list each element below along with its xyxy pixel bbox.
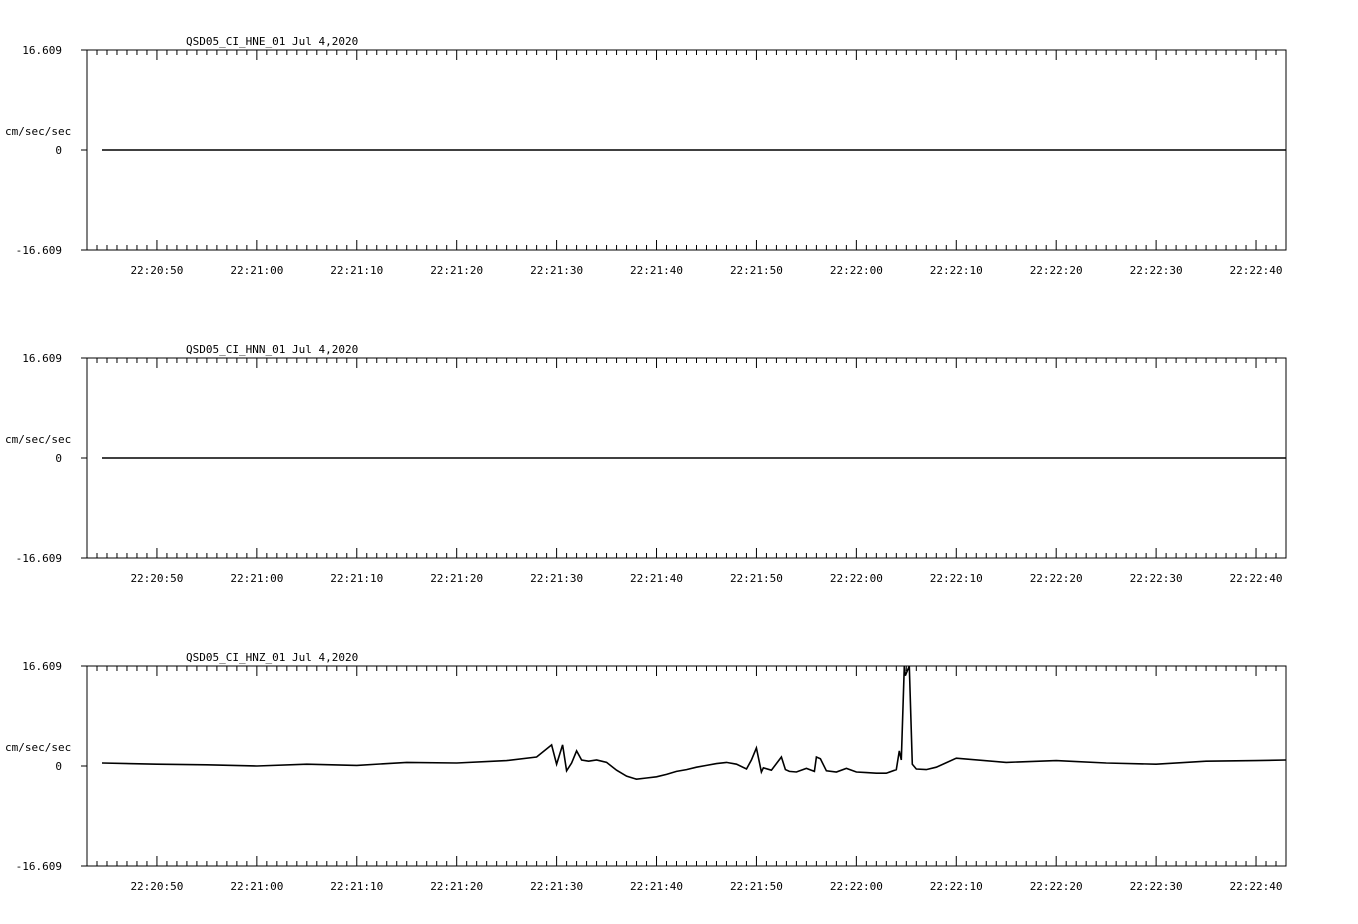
x-tick-label: 22:21:40 <box>630 880 683 893</box>
x-tick-label: 22:21:30 <box>530 264 583 277</box>
x-tick-labels: 22:20:50 22:21:00 22:21:10 22:21:20 22:2… <box>130 880 1282 893</box>
x-tick-label: 22:21:40 <box>630 572 683 585</box>
x-tick-label: 22:22:10 <box>930 572 983 585</box>
x-tick-label: 22:21:10 <box>330 572 383 585</box>
y-tick-label-top: 16.609 <box>22 660 62 673</box>
x-tick-label: 22:22:20 <box>1030 264 1083 277</box>
x-tick-label: 22:21:00 <box>230 880 283 893</box>
x-tick-label: 22:22:10 <box>930 264 983 277</box>
y-tick-label-top: 16.609 <box>22 44 62 57</box>
panel-title: QSD05_CI_HNZ_01 Jul 4,2020 <box>186 651 358 664</box>
y-tick-label-top: 16.609 <box>22 352 62 365</box>
y-tick-label-bottom: -16.609 <box>16 860 62 873</box>
x-tick-label: 22:22:40 <box>1230 264 1283 277</box>
panel-title: QSD05_CI_HNE_01 Jul 4,2020 <box>186 35 358 48</box>
x-tick-label: 22:22:00 <box>830 264 883 277</box>
panel-hne: QSD05_CI_HNE_01 Jul 4,2020 cm/sec/sec 16… <box>5 35 1287 277</box>
panel-title: QSD05_CI_HNN_01 Jul 4,2020 <box>186 343 358 356</box>
x-tick-label: 22:22:00 <box>830 572 883 585</box>
x-tick-label: 22:21:20 <box>430 264 483 277</box>
x-tick-label: 22:21:40 <box>630 264 683 277</box>
x-tick-label: 22:21:10 <box>330 880 383 893</box>
x-tick-label: 22:21:50 <box>730 264 783 277</box>
x-tick-label: 22:22:30 <box>1130 264 1183 277</box>
x-tick-label: 22:21:50 <box>730 880 783 893</box>
y-tick-label-bottom: -16.609 <box>16 244 62 257</box>
x-tick-label: 22:22:20 <box>1030 572 1083 585</box>
y-axis-unit-label: cm/sec/sec <box>5 125 71 138</box>
x-tick-label: 22:20:50 <box>130 572 183 585</box>
x-tick-label: 22:21:20 <box>430 880 483 893</box>
x-tick-label: 22:20:50 <box>130 264 183 277</box>
x-tick-labels: 22:20:50 22:21:00 22:21:10 22:21:20 22:2… <box>130 264 1282 277</box>
x-tick-label: 22:22:40 <box>1230 880 1283 893</box>
y-axis-unit-label: cm/sec/sec <box>5 433 71 446</box>
seismogram-figure: QSD05_CI_HNE_01 Jul 4,2020 cm/sec/sec 16… <box>5 35 1287 893</box>
x-tick-label: 22:21:30 <box>530 880 583 893</box>
x-tick-label: 22:21:00 <box>230 572 283 585</box>
x-tick-label: 22:21:20 <box>430 572 483 585</box>
x-tick-label: 22:21:30 <box>530 572 583 585</box>
x-tick-label: 22:20:50 <box>130 880 183 893</box>
panel-hnz: QSD05_CI_HNZ_01 Jul 4,2020 cm/sec/sec 16… <box>5 651 1287 893</box>
x-tick-label: 22:21:10 <box>330 264 383 277</box>
x-tick-label: 22:21:50 <box>730 572 783 585</box>
x-tick-label: 22:22:10 <box>930 880 983 893</box>
x-tick-label: 22:22:20 <box>1030 880 1083 893</box>
y-tick-label-zero: 0 <box>55 760 62 773</box>
x-tick-labels: 22:20:50 22:21:00 22:21:10 22:21:20 22:2… <box>130 572 1282 585</box>
x-tick-label: 22:22:30 <box>1130 880 1183 893</box>
panel-hnn: QSD05_CI_HNN_01 Jul 4,2020 cm/sec/sec 16… <box>5 343 1287 585</box>
x-tick-label: 22:22:30 <box>1130 572 1183 585</box>
x-tick-label: 22:22:40 <box>1230 572 1283 585</box>
y-tick-label-zero: 0 <box>55 144 62 157</box>
y-tick-label-bottom: -16.609 <box>16 552 62 565</box>
x-tick-label: 22:22:00 <box>830 880 883 893</box>
x-tick-label: 22:21:00 <box>230 264 283 277</box>
y-tick-label-zero: 0 <box>55 452 62 465</box>
y-axis-unit-label: cm/sec/sec <box>5 741 71 754</box>
waveform-trace <box>101 665 1287 781</box>
